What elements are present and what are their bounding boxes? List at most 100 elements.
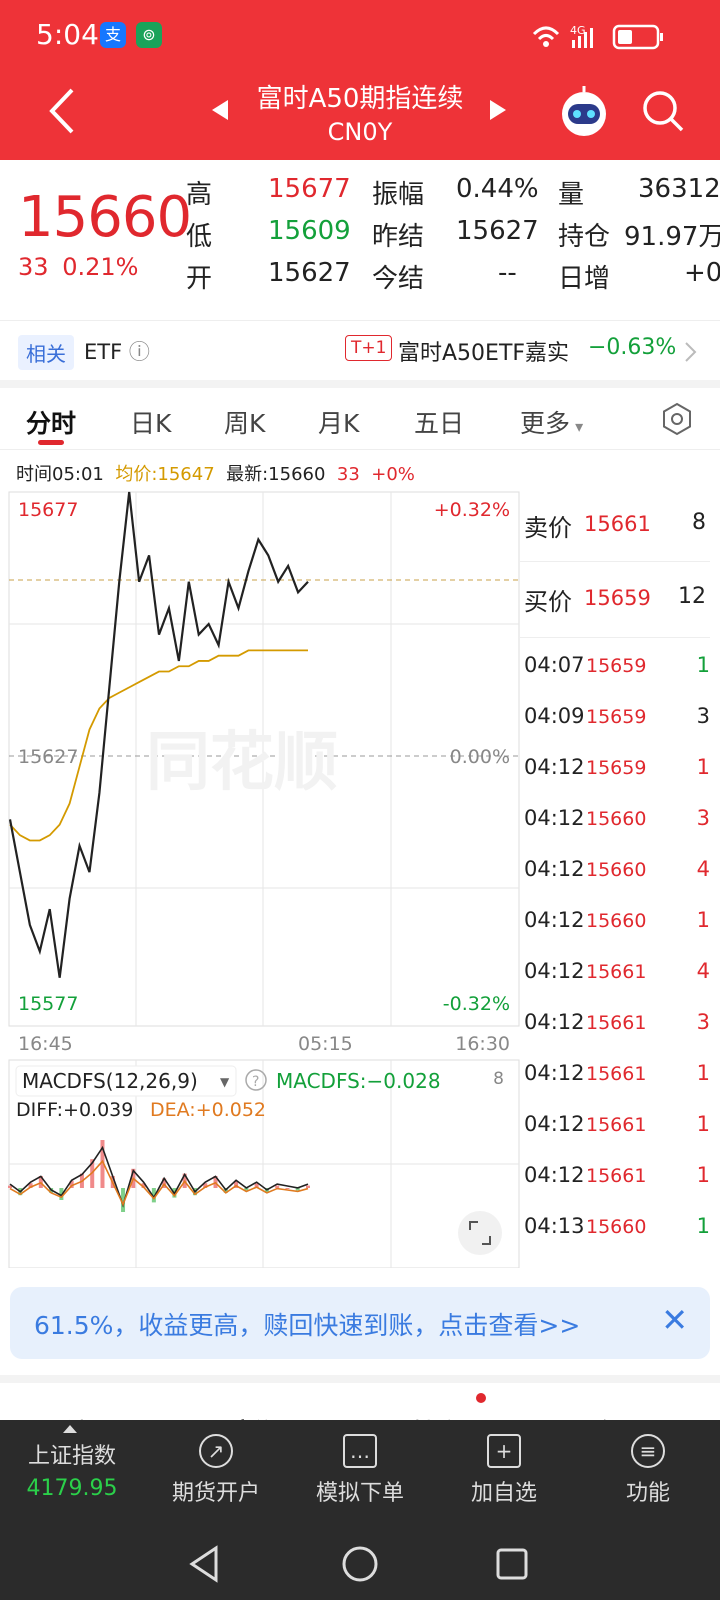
tick-time: 04:12 bbox=[524, 1163, 585, 1187]
next-contract-icon[interactable] bbox=[488, 98, 508, 122]
bid-price: 15659 bbox=[584, 586, 651, 610]
related-tag: 相关 bbox=[18, 335, 74, 370]
tab-more[interactable]: 更多 ▾ bbox=[520, 404, 583, 440]
tab-fund[interactable]: 基金 bbox=[410, 1413, 462, 1420]
tab-daily-k[interactable]: 日K bbox=[130, 404, 171, 440]
volume-value: 36312 bbox=[638, 174, 720, 204]
bottom-toolbar: 上证指数 4179.95 ↗ 期货开户 … 模拟下单 + 加自选 ≡ 功能 bbox=[0, 1420, 720, 1530]
info-change: 33 bbox=[336, 464, 360, 485]
tick-price: 15660 bbox=[586, 910, 647, 932]
pct-label-mid: 0.00% bbox=[450, 746, 510, 768]
tick-price: 15660 bbox=[586, 808, 647, 830]
futures-account-button[interactable]: ↗ 期货开户 bbox=[144, 1420, 288, 1530]
index-value: 4179.95 bbox=[26, 1476, 118, 1501]
functions-button[interactable]: ≡ 功能 bbox=[576, 1420, 720, 1530]
bid-label: 买价 bbox=[524, 588, 572, 616]
amplitude-label: 振幅 bbox=[372, 180, 425, 210]
tick-volume: 1 bbox=[696, 1214, 710, 1238]
promo-banner[interactable]: 61.5%，收益更高，赎回快速到账，点击查看>> ✕ bbox=[10, 1287, 710, 1359]
simulated-order-button[interactable]: … 模拟下单 bbox=[288, 1420, 432, 1530]
chart-grid bbox=[8, 491, 520, 1269]
tab-intraday[interactable]: 分时 bbox=[26, 404, 76, 440]
tick-price: 15661 bbox=[586, 1114, 647, 1136]
tick-volume: 3 bbox=[696, 704, 710, 728]
banner-text[interactable]: 61.5%，收益更高，赎回快速到账，点击查看>> bbox=[34, 1306, 580, 1342]
chart-canvas[interactable]: 同花顺 15677 15627 15577 +0.32% 0.00% -0.32… bbox=[8, 488, 520, 1269]
help-icon[interactable]: ⓘ bbox=[129, 340, 150, 364]
today-settle-value: -- bbox=[498, 258, 517, 288]
etf-change: −0.63% bbox=[588, 335, 677, 360]
tick-volume: 3 bbox=[696, 1010, 710, 1034]
tick-time: 04:12 bbox=[524, 1010, 585, 1034]
add-watchlist-label: 加自选 bbox=[470, 1481, 537, 1506]
tick-price: 15661 bbox=[586, 1063, 647, 1085]
content-tabs: 社区 新闻 基金 盘口 bbox=[0, 1375, 720, 1420]
y-label-bottom: 15577 bbox=[18, 993, 78, 1015]
diff-value: DIFF:+0.039 bbox=[16, 1099, 133, 1121]
fullscreen-icon[interactable] bbox=[458, 1211, 502, 1255]
tab-community[interactable]: 社区 bbox=[64, 1413, 116, 1420]
tab-weekly-k[interactable]: 周K bbox=[224, 404, 265, 440]
macd-name: MACDFS(12,26,9) bbox=[22, 1069, 198, 1093]
x-label-start: 16:45 bbox=[18, 1033, 73, 1055]
related-etf-bar[interactable]: 相关 ETF ⓘ T+1 富时A50ETF嘉实 −0.63% bbox=[0, 320, 720, 380]
close-icon[interactable]: ✕ bbox=[661, 1301, 688, 1339]
tick-time: 04:13 bbox=[524, 1214, 585, 1238]
network-type: 4G bbox=[570, 24, 586, 37]
last-price: 15660 bbox=[18, 185, 192, 250]
low-label: 低 bbox=[186, 222, 213, 252]
info-latest: 最新:15660 bbox=[226, 464, 326, 485]
tab-monthly-k[interactable]: 月K bbox=[318, 404, 359, 440]
nav-recents-icon[interactable] bbox=[494, 1546, 530, 1582]
dropdown-icon: ▼ bbox=[220, 1075, 230, 1089]
ask-row: 卖价 15661 8 bbox=[520, 488, 710, 562]
functions-label: 功能 bbox=[625, 1481, 670, 1506]
tick-volume: 4 bbox=[696, 857, 710, 881]
tick-time: 04:07 bbox=[524, 653, 585, 677]
alipay-icon: 支 bbox=[100, 22, 126, 48]
simulated-order-label: 模拟下单 bbox=[315, 1481, 404, 1506]
back-icon[interactable] bbox=[44, 86, 80, 136]
info-pct: +0% bbox=[371, 464, 415, 485]
tick-volume: 1 bbox=[696, 1061, 710, 1085]
index-ticker[interactable]: 上证指数 4179.95 bbox=[0, 1420, 144, 1530]
crosshair-info: 时间05:01 均价:15647 最新:15660 33 +0% bbox=[16, 460, 415, 486]
add-watchlist-button[interactable]: + 加自选 bbox=[432, 1420, 576, 1530]
svg-text:?: ? bbox=[252, 1074, 259, 1090]
high-value: 15677 bbox=[268, 174, 351, 204]
x-label-mid: 05:15 bbox=[298, 1033, 353, 1055]
ask-price: 15661 bbox=[584, 512, 651, 536]
ask-volume: 8 bbox=[692, 510, 706, 535]
nav-home-icon[interactable] bbox=[340, 1544, 380, 1584]
system-nav-bar bbox=[0, 1530, 720, 1600]
tab-five-day[interactable]: 五日 bbox=[414, 404, 464, 440]
search-icon[interactable] bbox=[640, 88, 686, 134]
prev-settle-value: 15627 bbox=[456, 216, 539, 246]
info-time: 时间05:01 bbox=[16, 464, 104, 485]
status-icons: 4G bbox=[532, 24, 663, 50]
tick-price: 15661 bbox=[586, 1012, 647, 1034]
caret-up-icon bbox=[63, 1425, 77, 1433]
tick-time: 04:12 bbox=[524, 1061, 585, 1085]
low-value: 15609 bbox=[268, 216, 351, 246]
today-settle-label: 今结 bbox=[372, 264, 425, 294]
tab-news[interactable]: 新闻 bbox=[236, 1413, 288, 1420]
intraday-chart[interactable]: 同花顺 15677 15627 15577 +0.32% 0.00% -0.32… bbox=[8, 488, 520, 1269]
nav-back-icon[interactable] bbox=[186, 1544, 222, 1584]
settings-icon[interactable] bbox=[660, 402, 694, 436]
open-value: 15627 bbox=[268, 258, 351, 288]
high-label: 高 bbox=[186, 180, 213, 210]
robot-assistant-icon[interactable] bbox=[556, 84, 612, 140]
amplitude-value: 0.44% bbox=[456, 174, 539, 204]
plus-icon: + bbox=[487, 1434, 521, 1468]
tick-time: 04:12 bbox=[524, 857, 585, 881]
tick-volume: 4 bbox=[696, 959, 710, 983]
t1-badge: T+1 bbox=[345, 335, 393, 361]
app-notification-icon: ⊚ bbox=[136, 22, 162, 48]
y-label-mid: 15627 bbox=[18, 746, 78, 768]
tab-orderbook[interactable]: 盘口 bbox=[592, 1413, 644, 1420]
tab-indicator bbox=[38, 440, 64, 445]
tick-price: 15661 bbox=[586, 1165, 647, 1187]
tick-time: 04:12 bbox=[524, 908, 585, 932]
document-icon: … bbox=[343, 1434, 377, 1468]
